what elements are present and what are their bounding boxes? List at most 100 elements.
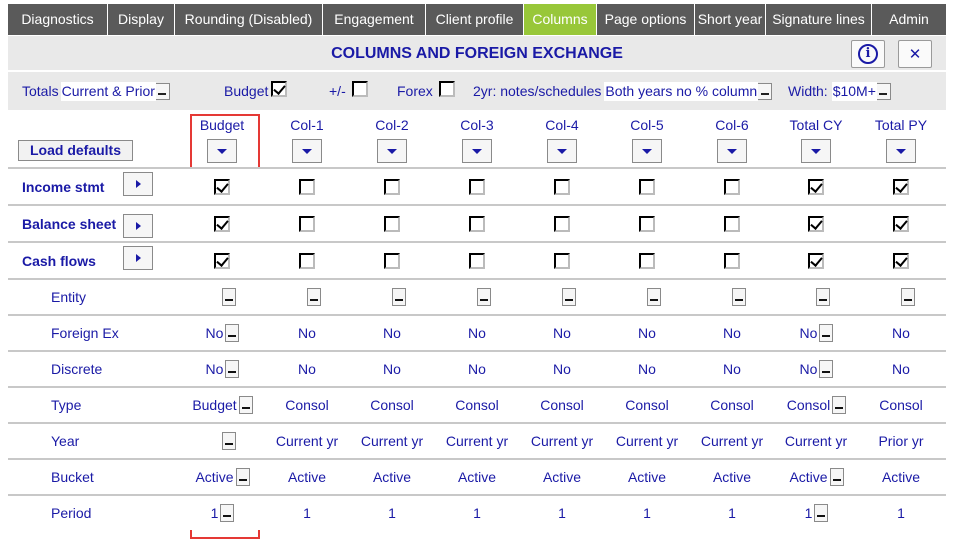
field-select[interactable] [633, 287, 661, 307]
field-select[interactable] [208, 287, 236, 307]
column-checkbox[interactable] [469, 215, 485, 232]
width-select[interactable]: $10M+ [831, 81, 891, 101]
chevron-down-icon[interactable] [225, 360, 240, 378]
chevron-down-icon[interactable] [819, 360, 834, 378]
column-checkbox[interactable] [554, 178, 570, 195]
tab-display[interactable]: Display [108, 4, 175, 35]
field-select[interactable] [378, 287, 406, 307]
field-select[interactable]: 1 [210, 503, 235, 523]
field-select[interactable] [293, 287, 321, 307]
chevron-down-icon[interactable] [220, 504, 235, 522]
chevron-down-icon[interactable] [292, 139, 322, 163]
chevron-down-icon[interactable] [814, 504, 829, 522]
field-select[interactable]: Active [194, 467, 250, 487]
field-select[interactable] [208, 431, 236, 451]
chevron-down-icon[interactable] [476, 288, 491, 306]
column-checkbox[interactable] [554, 252, 570, 269]
field-select[interactable]: No [205, 359, 240, 379]
field-select[interactable] [887, 287, 915, 307]
tab-engagement[interactable]: Engagement [323, 4, 426, 35]
chevron-down-icon[interactable] [832, 396, 847, 414]
load-defaults-button[interactable]: Load defaults [18, 140, 133, 161]
expand-arrow-button[interactable] [123, 246, 153, 270]
chevron-down-icon[interactable] [547, 139, 577, 163]
chevron-down-icon[interactable] [238, 396, 253, 414]
chevron-down-icon[interactable] [646, 288, 661, 306]
chevron-down-icon[interactable] [221, 432, 236, 450]
totals-select[interactable]: Current & Prior [60, 81, 170, 101]
field-select[interactable] [548, 287, 576, 307]
field-select[interactable] [463, 287, 491, 307]
field-select[interactable] [718, 287, 746, 307]
chevron-down-icon[interactable] [758, 82, 773, 100]
column-checkbox[interactable] [299, 215, 315, 232]
chevron-down-icon[interactable] [221, 288, 236, 306]
field-select[interactable]: No [799, 323, 834, 343]
chevron-down-icon[interactable] [876, 82, 891, 100]
budget-option-checkbox[interactable] [271, 81, 288, 97]
field-select[interactable]: No [205, 323, 240, 343]
chevron-down-icon[interactable] [377, 139, 407, 163]
field-select[interactable]: 1 [804, 503, 829, 523]
tab-page-options[interactable]: Page options [597, 4, 695, 35]
column-checkbox[interactable] [384, 215, 400, 232]
chevron-down-icon[interactable] [462, 139, 492, 163]
field-select[interactable]: Active [788, 467, 844, 487]
tab-rounding-disabled[interactable]: Rounding (Disabled) [175, 4, 323, 35]
chevron-down-icon[interactable] [829, 468, 844, 486]
chevron-down-icon[interactable] [207, 139, 237, 163]
info-button[interactable]: i [851, 40, 885, 68]
column-checkbox[interactable] [639, 178, 655, 195]
chevron-down-icon[interactable] [306, 288, 321, 306]
chevron-down-icon[interactable] [886, 139, 916, 163]
chevron-down-icon[interactable] [819, 324, 834, 342]
column-checkbox[interactable] [639, 252, 655, 269]
column-checkbox[interactable] [724, 252, 740, 269]
tab-diagnostics[interactable]: Diagnostics [8, 4, 108, 35]
close-button[interactable]: ✕ [898, 40, 932, 68]
column-checkbox[interactable] [554, 215, 570, 232]
tab-client-profile[interactable]: Client profile [426, 4, 524, 35]
expand-arrow-button[interactable] [123, 214, 153, 238]
chevron-down-icon[interactable] [900, 288, 915, 306]
field-select[interactable]: Budget [191, 395, 253, 415]
column-checkbox[interactable] [214, 215, 230, 232]
tab-admin[interactable]: Admin [872, 4, 946, 35]
column-checkbox[interactable] [808, 178, 824, 195]
column-checkbox[interactable] [893, 215, 909, 232]
column-checkbox[interactable] [299, 178, 315, 195]
chevron-down-icon[interactable] [391, 288, 406, 306]
chevron-down-icon[interactable] [801, 139, 831, 163]
field-select[interactable]: Consol [786, 395, 847, 415]
chevron-down-icon[interactable] [632, 139, 662, 163]
chevron-down-icon[interactable] [561, 288, 576, 306]
plusminus-option-checkbox[interactable] [351, 81, 368, 97]
column-checkbox[interactable] [214, 178, 230, 195]
chevron-down-icon[interactable] [235, 468, 250, 486]
chevron-down-icon[interactable] [155, 82, 170, 100]
field-select[interactable] [802, 287, 830, 307]
column-checkbox[interactable] [893, 178, 909, 195]
tab-columns[interactable]: Columns [524, 4, 597, 35]
tab-signature-lines[interactable]: Signature lines [766, 4, 872, 35]
column-checkbox[interactable] [639, 215, 655, 232]
column-checkbox[interactable] [384, 178, 400, 195]
expand-arrow-button[interactable] [123, 172, 153, 196]
column-checkbox[interactable] [384, 252, 400, 269]
column-checkbox[interactable] [724, 178, 740, 195]
column-checkbox[interactable] [469, 178, 485, 195]
field-select[interactable]: No [799, 359, 834, 379]
column-checkbox[interactable] [724, 215, 740, 232]
column-checkbox[interactable] [469, 252, 485, 269]
chevron-down-icon[interactable] [717, 139, 747, 163]
column-checkbox[interactable] [808, 252, 824, 269]
column-checkbox[interactable] [808, 215, 824, 232]
twoyr-select[interactable]: Both years no % column [604, 81, 773, 101]
chevron-down-icon[interactable] [225, 324, 240, 342]
chevron-down-icon[interactable] [815, 288, 830, 306]
chevron-down-icon[interactable] [731, 288, 746, 306]
tab-short-year[interactable]: Short year [695, 4, 766, 35]
column-checkbox[interactable] [299, 252, 315, 269]
column-checkbox[interactable] [214, 252, 230, 269]
forex-option-checkbox[interactable] [438, 81, 455, 97]
